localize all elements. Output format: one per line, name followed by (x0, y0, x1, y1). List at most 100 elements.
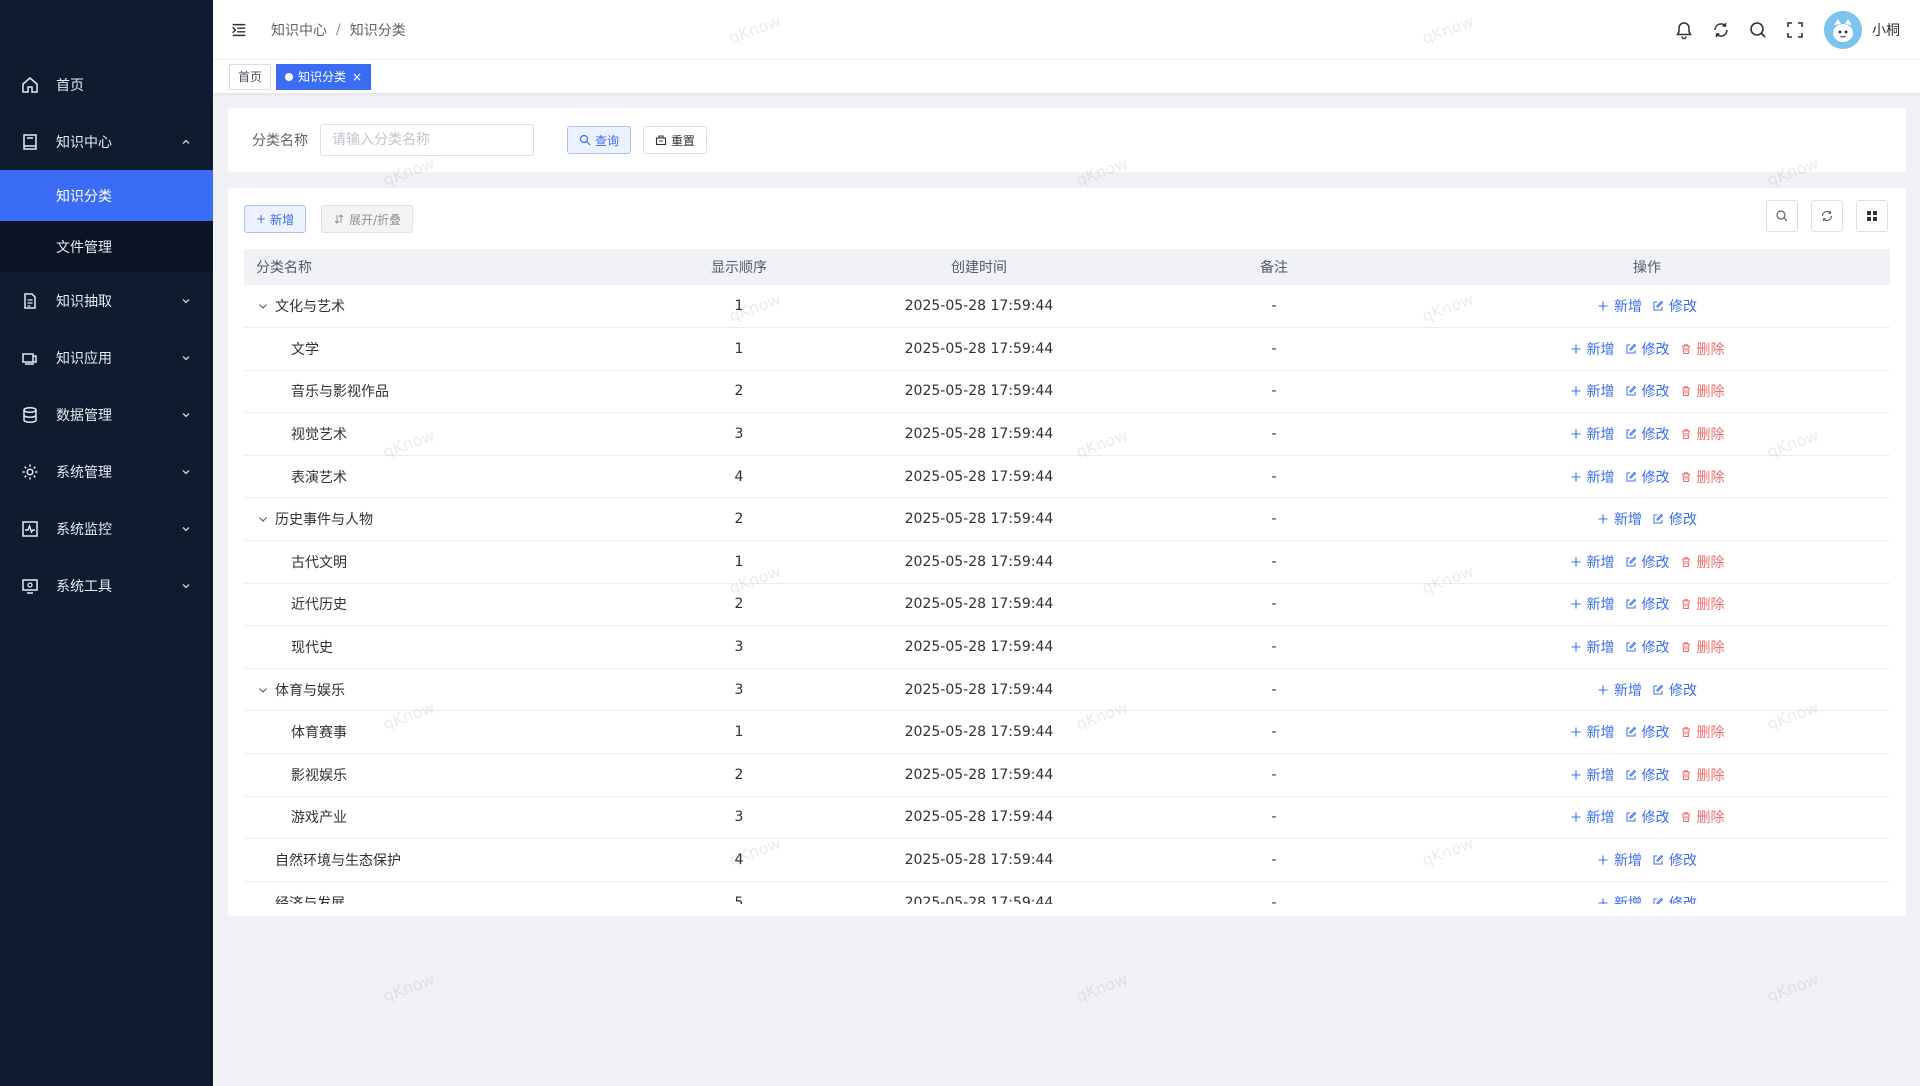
row-delete-button[interactable]: 删除 (1680, 467, 1725, 487)
table-row: 古代文明 1 2025-05-28 17:59:44 - 新增 修改 删除 (244, 541, 1890, 584)
row-delete-button[interactable]: 删除 (1680, 722, 1725, 742)
row-add-button[interactable]: 新增 (1570, 594, 1615, 614)
sidebar-item[interactable]: 系统管理 (0, 443, 213, 500)
row-delete-button[interactable]: 删除 (1680, 339, 1725, 359)
menu-collapse-icon[interactable] (227, 18, 251, 42)
row-edit-label: 修改 (1641, 554, 1670, 571)
table-row: 经济与发展 5 2025-05-28 17:59:44 - 新增 修改 (244, 881, 1890, 904)
sidebar-item[interactable]: 知识中心 (0, 113, 213, 170)
app-icon (20, 348, 40, 368)
username[interactable]: 小桐 (1872, 20, 1900, 40)
refresh-icon[interactable] (1710, 19, 1732, 41)
row-add-button[interactable]: 新增 (1570, 807, 1615, 827)
row-edit-button[interactable]: 修改 (1625, 339, 1670, 359)
plus-icon (1597, 300, 1614, 312)
row-add-button[interactable]: 新增 (1570, 552, 1615, 572)
row-add-button[interactable]: 新增 (1570, 381, 1615, 401)
row-add-button[interactable]: 新增 (1570, 424, 1615, 444)
bell-icon[interactable] (1673, 19, 1695, 41)
row-edit-button[interactable]: 修改 (1625, 765, 1670, 785)
chevron-down-icon (181, 410, 191, 420)
reset-button[interactable]: 重置 (643, 126, 708, 154)
row-delete-button[interactable]: 删除 (1680, 637, 1725, 657)
edit-icon (1652, 854, 1669, 866)
row-add-button[interactable]: 新增 (1597, 509, 1642, 529)
row-delete-button[interactable]: 删除 (1680, 552, 1725, 572)
row-edit-button[interactable]: 修改 (1625, 381, 1670, 401)
row-edit-button[interactable]: 修改 (1652, 893, 1697, 904)
search-icon[interactable] (1747, 19, 1769, 41)
row-add-button[interactable]: 新增 (1597, 680, 1642, 700)
chevron-down-icon[interactable] (256, 512, 270, 526)
row-edit-button[interactable]: 修改 (1625, 722, 1670, 742)
avatar[interactable] (1824, 11, 1862, 49)
cell-remark: - (1271, 766, 1277, 783)
cell-name: 历史事件与人物 (244, 498, 664, 541)
query-button[interactable]: 查询 (567, 126, 632, 154)
cell-time: 2025-05-28 17:59:44 (904, 383, 1054, 400)
tag-home[interactable]: 首页 (229, 63, 272, 90)
row-delete-button[interactable]: 删除 (1680, 807, 1725, 827)
cell-actions: 新增 修改 (1404, 285, 1890, 328)
category-name-input[interactable] (320, 124, 534, 156)
row-add-button[interactable]: 新增 (1597, 850, 1642, 870)
row-add-button[interactable]: 新增 (1570, 722, 1615, 742)
breadcrumb-item[interactable]: 知识中心 (271, 20, 327, 40)
row-edit-button[interactable]: 修改 (1625, 807, 1670, 827)
trash-icon (1680, 641, 1697, 653)
add-button[interactable]: + 新增 (244, 205, 307, 233)
chevron-down-icon[interactable] (256, 683, 270, 697)
sidebar-subitem[interactable]: 文件管理 (0, 221, 213, 272)
sidebar-item[interactable]: 知识应用 (0, 329, 213, 386)
cell-time: 2025-05-28 17:59:44 (904, 724, 1054, 741)
columns-button[interactable] (1856, 200, 1888, 232)
table-row: 表演艺术 4 2025-05-28 17:59:44 - 新增 修改 删除 (244, 455, 1890, 498)
close-icon[interactable]: × (352, 70, 362, 84)
trash-icon (1680, 471, 1697, 483)
row-add-button[interactable]: 新增 (1597, 893, 1642, 904)
expand-collapse-button[interactable]: 展开/折叠 (321, 205, 414, 233)
tag-knowledge-category[interactable]: 知识分类 × (276, 63, 372, 90)
plus-icon (1570, 556, 1587, 568)
edit-icon (1625, 769, 1642, 781)
row-edit-button[interactable]: 修改 (1625, 594, 1670, 614)
row-edit-button[interactable]: 修改 (1625, 552, 1670, 572)
row-delete-button[interactable]: 删除 (1680, 424, 1725, 444)
edit-icon (1625, 641, 1642, 653)
refresh-table-button[interactable] (1811, 200, 1843, 232)
cell-remark: - (1271, 809, 1277, 826)
row-add-label: 新增 (1614, 682, 1642, 699)
row-add-button[interactable]: 新增 (1570, 339, 1615, 359)
cell-time: 2025-05-28 17:59:44 (904, 639, 1054, 656)
sidebar-item[interactable]: 系统监控 (0, 500, 213, 557)
row-add-button[interactable]: 新增 (1570, 637, 1615, 657)
sidebar-item[interactable]: 系统工具 (0, 557, 213, 614)
row-add-button[interactable]: 新增 (1570, 467, 1615, 487)
row-delete-button[interactable]: 删除 (1680, 765, 1725, 785)
cell-remark: - (1271, 468, 1277, 485)
row-edit-button[interactable]: 修改 (1652, 509, 1697, 529)
row-edit-button[interactable]: 修改 (1652, 850, 1697, 870)
sidebar-item[interactable]: 数据管理 (0, 386, 213, 443)
row-add-button[interactable]: 新增 (1597, 296, 1642, 316)
category-name: 自然环境与生态保护 (275, 853, 401, 870)
row-edit-button[interactable]: 修改 (1652, 296, 1697, 316)
sidebar-item[interactable]: 首页 (0, 56, 213, 113)
cell-actions: 新增 修改 删除 (1404, 583, 1890, 626)
row-edit-button[interactable]: 修改 (1625, 637, 1670, 657)
row-add-button[interactable]: 新增 (1570, 765, 1615, 785)
chevron-down-icon[interactable] (256, 299, 270, 313)
row-delete-button[interactable]: 删除 (1680, 594, 1725, 614)
row-edit-button[interactable]: 修改 (1625, 424, 1670, 444)
sidebar-subitem[interactable]: 知识分类 (0, 170, 213, 221)
row-edit-button[interactable]: 修改 (1652, 680, 1697, 700)
table-row: 视觉艺术 3 2025-05-28 17:59:44 - 新增 修改 删除 (244, 413, 1890, 456)
sidebar-item[interactable]: 知识抽取 (0, 272, 213, 329)
row-edit-button[interactable]: 修改 (1625, 467, 1670, 487)
row-delete-label: 删除 (1696, 725, 1725, 742)
row-add-label: 新增 (1586, 725, 1615, 742)
row-edit-label: 修改 (1641, 810, 1670, 827)
toggle-search-button[interactable] (1766, 200, 1798, 232)
fullscreen-icon[interactable] (1784, 19, 1806, 41)
row-delete-button[interactable]: 删除 (1680, 381, 1725, 401)
